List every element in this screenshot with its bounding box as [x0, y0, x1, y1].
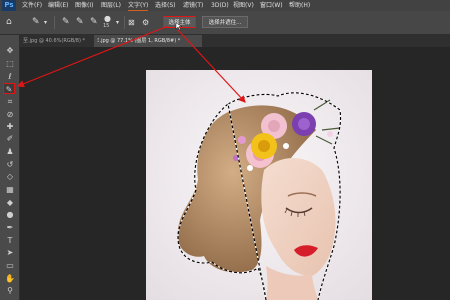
- gradient-icon[interactable]: ▦: [3, 184, 17, 195]
- tab-label: 至.jpg @ 40.6%(RGB/8) *: [23, 38, 86, 44]
- clone-stamp-icon[interactable]: ♟: [3, 146, 17, 157]
- brush-size: 15: [103, 23, 110, 29]
- photo-canvas[interactable]: [146, 70, 372, 300]
- tab-document-2[interactable]: ﾐ.jpg @ 77.1% (图层 1, RGB/8#) *: [94, 35, 202, 47]
- blur-icon[interactable]: ◆: [3, 197, 17, 208]
- small-flower: [247, 165, 253, 171]
- type-icon[interactable]: T: [3, 235, 17, 246]
- tab-label: ﾐ.jpg @ 77.1% (图层 1, RGB/8#) *: [97, 38, 181, 44]
- light-pink-rose-center: [268, 120, 280, 132]
- small-flower: [283, 143, 289, 149]
- add-selection-icon[interactable]: ✎: [76, 11, 84, 34]
- enhance-edge-icon[interactable]: ⚙: [142, 11, 149, 34]
- path-selection-icon[interactable]: ➤: [3, 247, 17, 258]
- menu-edit[interactable]: 编辑(E): [48, 0, 68, 11]
- menu-select[interactable]: 选择(S): [155, 0, 176, 11]
- select-and-mask-button[interactable]: 选择并遮住...: [202, 16, 248, 28]
- eyedropper-icon[interactable]: ⊘: [3, 109, 17, 120]
- separator: [124, 16, 125, 29]
- purple-rose-center: [298, 118, 310, 130]
- portrait-image: [146, 70, 372, 300]
- crop-icon[interactable]: ⌗: [3, 96, 17, 107]
- subtract-selection-icon[interactable]: ✎: [90, 11, 98, 34]
- yellow-rose-center: [258, 140, 270, 152]
- zoom-icon[interactable]: ⚲: [3, 285, 17, 296]
- separator: [54, 16, 55, 29]
- menu-filter[interactable]: 滤镜(T): [183, 0, 203, 11]
- lasso-icon[interactable]: ℓ: [3, 71, 17, 82]
- dodge-icon[interactable]: ●: [3, 209, 17, 220]
- menu-file[interactable]: 文件(F): [22, 0, 42, 11]
- menu-bar: Ps 文件(F) 编辑(E) 图像(I) 图层(L) 文字(Y) 选择(S) 滤…: [0, 0, 450, 11]
- history-brush-icon[interactable]: ↺: [3, 159, 17, 170]
- move-icon[interactable]: ✥: [3, 45, 17, 56]
- photoshop-logo: Ps: [2, 0, 16, 11]
- menu-window[interactable]: 窗口(W): [260, 0, 283, 11]
- menu-image[interactable]: 图像(I): [75, 0, 93, 11]
- quick-selection-icon[interactable]: ✎: [3, 83, 15, 94]
- menu-3d[interactable]: 3D(D): [211, 0, 229, 11]
- tab-document-1[interactable]: 至.jpg @ 40.6%(RGB/8) *: [20, 35, 92, 47]
- small-flower: [238, 136, 246, 144]
- options-bar: ⌂ ✎ ▾ ✎ ✎ ✎ ● 15 ▾ ⊠ ⚙ 选择主体 选择并遮住...: [0, 11, 450, 35]
- small-flower: [327, 131, 333, 137]
- pen-icon[interactable]: ✒: [3, 222, 17, 233]
- healing-icon[interactable]: ✚: [3, 121, 17, 132]
- new-selection-icon[interactable]: ✎: [62, 11, 70, 34]
- tools-panel: ✥ ⬚ ℓ ✎ ⌗ ⊘ ✚ ✐ ♟ ↺ ◇ ▦ ◆ ● ✒ T ➤ ▭ ✋ ⚲: [0, 35, 20, 300]
- brush-chevron-icon[interactable]: ▾: [116, 11, 119, 34]
- brush-icon[interactable]: ✐: [3, 133, 17, 144]
- hand-icon[interactable]: ✋: [3, 273, 17, 284]
- home-icon[interactable]: ⌂: [6, 11, 12, 34]
- menu-view[interactable]: 视图(V): [233, 0, 254, 11]
- document-tabs: 至.jpg @ 40.6%(RGB/8) * ﾐ.jpg @ 77.1% (图层…: [20, 35, 450, 47]
- marquee-icon[interactable]: ⬚: [3, 58, 17, 69]
- eraser-icon[interactable]: ◇: [3, 171, 17, 182]
- tool-preset-icon[interactable]: ✎: [32, 11, 40, 34]
- select-subject-button[interactable]: 选择主体: [163, 16, 196, 28]
- chevron-down-icon[interactable]: ▾: [44, 11, 47, 34]
- rectangle-icon[interactable]: ▭: [3, 260, 17, 271]
- menu-help[interactable]: 帮助(H): [289, 0, 310, 11]
- sample-all-layers-icon[interactable]: ⊠: [128, 11, 135, 34]
